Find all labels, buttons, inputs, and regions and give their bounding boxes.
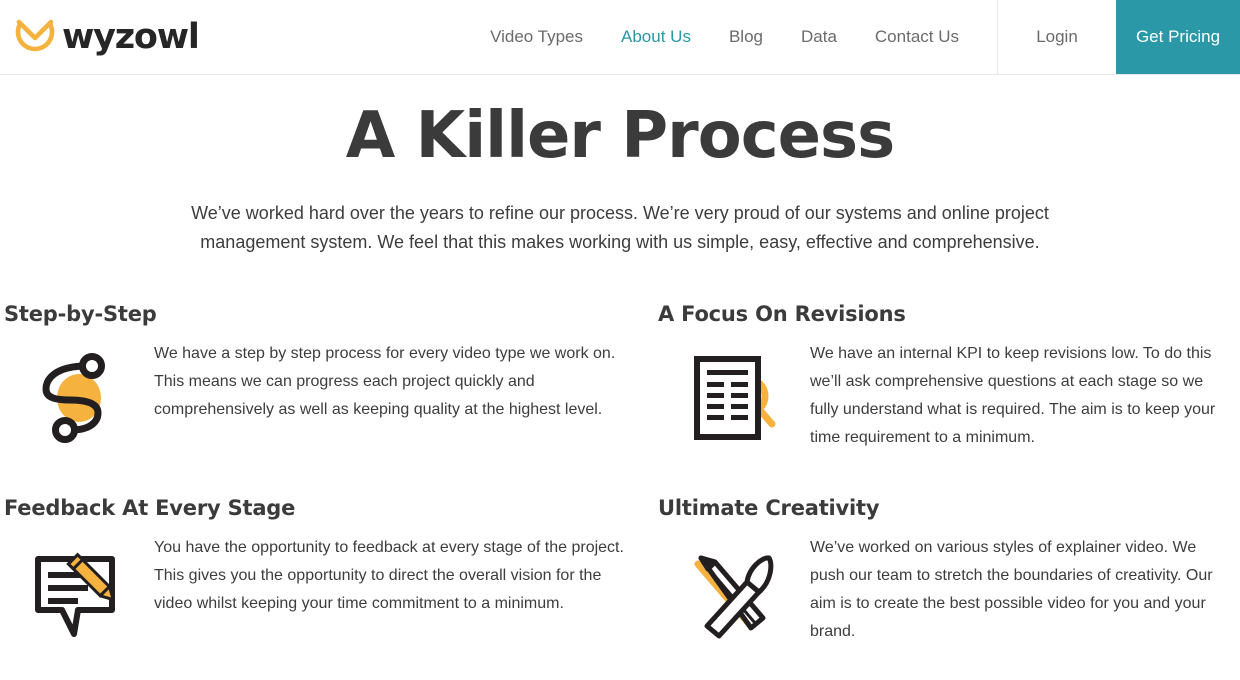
speech-bubble-pencil-icon xyxy=(4,534,154,642)
feature-feedback-at-every-stage: Feedback At Every Stage You have the opp… xyxy=(4,496,658,646)
main-nav: Video Types About Us Blog Data Contact U… xyxy=(199,0,997,74)
login-cell[interactable]: Login xyxy=(997,0,1116,74)
feature-title: Feedback At Every Stage xyxy=(4,495,296,520)
login-link[interactable]: Login xyxy=(1036,27,1078,47)
document-magnifier-icon xyxy=(658,340,810,448)
hero-section: A Killer Process We’ve worked hard over … xyxy=(0,75,1240,257)
logo[interactable]: wyzowl xyxy=(0,0,200,74)
feature-text: We have an internal KPI to keep revision… xyxy=(810,344,1216,446)
feature-title: Ultimate Creativity xyxy=(658,495,880,520)
nav-item-blog[interactable]: Blog xyxy=(729,27,763,47)
feature-text: We have a step by step process for every… xyxy=(154,344,616,418)
nav-item-contact-us[interactable]: Contact Us xyxy=(875,27,959,47)
nav-item-about-us[interactable]: About Us xyxy=(621,27,691,47)
step-path-icon xyxy=(4,340,154,448)
nav-item-video-types[interactable]: Video Types xyxy=(490,27,583,47)
feature-ultimate-creativity: Ultimate Creativity We’ve worked on vari… xyxy=(658,496,1236,646)
logo-wordmark: wyzowl xyxy=(62,16,200,57)
nav-item-data[interactable]: Data xyxy=(801,27,837,47)
site-header: wyzowl Video Types About Us Blog Data Co… xyxy=(0,0,1240,75)
get-pricing-label: Get Pricing xyxy=(1135,27,1221,46)
feature-step-by-step: Step-by-Step We have a step by step proc… xyxy=(4,302,658,452)
features-grid: Step-by-Step We have a step by step proc… xyxy=(0,302,1240,646)
feature-text: We’ve worked on various styles of explai… xyxy=(810,538,1213,640)
page-title: A Killer Process xyxy=(345,99,895,173)
feature-text: You have the opportunity to feedback at … xyxy=(154,538,624,612)
hero-subtitle: We’ve worked hard over the years to refi… xyxy=(191,202,1049,252)
feature-title: Step-by-Step xyxy=(4,301,157,326)
get-pricing-button[interactable]: Get Pricing xyxy=(1116,0,1240,74)
feature-focus-on-revisions: A Focus On Revisions We have an internal… xyxy=(658,302,1236,452)
owl-circle-mark-icon xyxy=(12,14,58,60)
pencil-brush-icon xyxy=(658,534,810,642)
feature-title: A Focus On Revisions xyxy=(658,301,906,326)
